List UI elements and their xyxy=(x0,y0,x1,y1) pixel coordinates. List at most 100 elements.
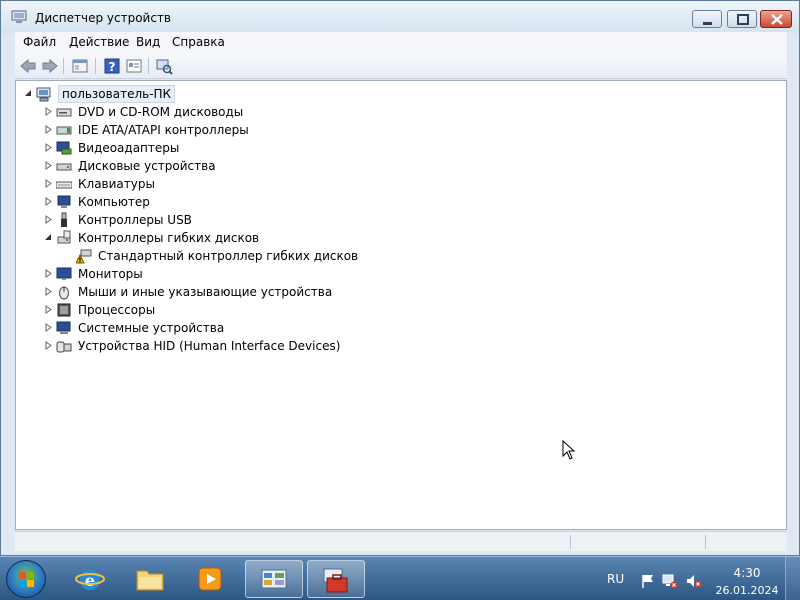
minimize-icon xyxy=(703,22,712,25)
tree-item-label: IDE ATA/ATAPI контроллеры xyxy=(78,123,249,137)
tree-item-label: Устройства HID (Human Interface Devices) xyxy=(78,339,341,353)
show-hide-tree-icon[interactable] xyxy=(71,57,89,75)
device-manager-icon xyxy=(11,10,27,23)
device-tree[interactable]: пользователь-ПК DVD и CD-ROM дисководы I… xyxy=(15,80,787,530)
processor-icon xyxy=(57,303,71,317)
taskbar-internet-explorer[interactable]: e xyxy=(62,560,120,598)
maximize-icon xyxy=(737,14,749,25)
taskbar-control-panel[interactable] xyxy=(245,560,303,598)
svg-text:?: ? xyxy=(109,60,116,74)
tree-item[interactable]: IDE ATA/ATAPI контроллеры xyxy=(42,121,342,139)
tree-item[interactable]: Процессоры xyxy=(42,301,342,319)
tree-item[interactable]: Дисковые устройства xyxy=(42,157,342,175)
network-disconnected-icon[interactable] xyxy=(662,573,678,589)
collapse-arrow-icon[interactable] xyxy=(24,89,33,98)
keyboard-icon xyxy=(56,181,72,189)
tree-item[interactable]: Устройства HID (Human Interface Devices) xyxy=(42,337,362,355)
device-manager-toolbox-icon xyxy=(323,568,348,593)
device-manager-window: Диспетчер устройств Файл Действие Вид Сп… xyxy=(0,0,800,556)
tree-item[interactable]: Контроллеры гибких дисков xyxy=(42,229,342,247)
menu-bar: Файл Действие Вид Справка xyxy=(15,32,787,53)
tree-item[interactable]: Мониторы xyxy=(42,265,342,283)
ide-controller-icon xyxy=(56,126,72,135)
tree-item-label: DVD и CD-ROM дисководы xyxy=(78,105,244,119)
expand-arrow-icon[interactable] xyxy=(44,125,53,134)
expand-arrow-icon[interactable] xyxy=(44,215,53,224)
windows-logo-icon xyxy=(19,572,34,587)
display-adapter-icon xyxy=(56,141,72,155)
clock-time[interactable]: 4:30 xyxy=(727,566,767,580)
toolbar: ? xyxy=(15,53,787,79)
menu-help[interactable]: Справка xyxy=(172,35,225,49)
toolbar-separator xyxy=(148,58,149,74)
computer-icon xyxy=(57,195,71,208)
tree-item-label: Клавиатуры xyxy=(78,177,155,191)
menu-action[interactable]: Действие xyxy=(69,35,129,49)
expand-arrow-icon[interactable] xyxy=(44,323,53,332)
tree-item[interactable]: Видеоадаптеры xyxy=(42,139,342,157)
back-arrow-icon[interactable] xyxy=(19,57,37,75)
close-icon xyxy=(771,14,783,25)
tree-root-label[interactable]: пользователь-ПК xyxy=(58,85,176,103)
title-bar[interactable]: Диспетчер устройств xyxy=(1,1,799,33)
help-icon[interactable]: ? xyxy=(103,57,121,75)
dvd-drive-icon xyxy=(56,108,72,117)
expand-arrow-icon[interactable] xyxy=(44,179,53,188)
tree-child-item[interactable]: ! Стандартный контроллер гибких дисков xyxy=(62,247,382,265)
show-desktop-button[interactable] xyxy=(785,557,800,600)
tree-item-label: Контроллеры USB xyxy=(78,213,192,227)
tree-item-label: Процессоры xyxy=(78,303,156,317)
flag-icon[interactable] xyxy=(640,573,656,589)
floppy-controller-icon xyxy=(57,230,71,244)
mouse-icon xyxy=(59,286,69,300)
tree-item[interactable]: Системные устройства xyxy=(42,319,342,337)
properties-icon[interactable] xyxy=(125,57,143,75)
floppy-warning-icon: ! xyxy=(76,249,92,264)
volume-muted-icon[interactable] xyxy=(686,573,702,589)
close-button[interactable] xyxy=(760,10,792,28)
taskbar-explorer[interactable] xyxy=(122,560,180,598)
tree-item-label: Контроллеры гибких дисков xyxy=(78,231,260,245)
toolbar-separator xyxy=(63,58,64,74)
tree-item-label: Видеоадаптеры xyxy=(78,141,180,155)
tree-item[interactable]: Мыши и иные указывающие устройства xyxy=(42,283,362,301)
tree-item-label: Дисковые устройства xyxy=(78,159,216,173)
expand-arrow-icon[interactable] xyxy=(44,107,53,116)
menu-view[interactable]: Вид xyxy=(136,35,160,49)
tree-item[interactable]: Контроллеры USB xyxy=(42,211,342,229)
window-title: Диспетчер устройств xyxy=(35,11,172,25)
expand-arrow-icon[interactable] xyxy=(44,197,53,206)
language-indicator[interactable]: RU xyxy=(607,572,624,586)
computer-icon xyxy=(36,87,51,102)
minimize-button[interactable] xyxy=(692,10,722,28)
mouse-cursor-icon xyxy=(562,440,576,460)
taskbar-media-player[interactable] xyxy=(182,560,240,598)
clock-date[interactable]: 26.01.2024 xyxy=(715,584,779,597)
expand-arrow-icon[interactable] xyxy=(44,161,53,170)
tree-root[interactable]: пользователь-ПК xyxy=(22,85,222,103)
tree-item[interactable]: DVD и CD-ROM дисководы xyxy=(42,103,342,121)
expand-arrow-icon[interactable] xyxy=(44,341,53,350)
explorer-folder-icon xyxy=(136,570,164,591)
collapse-arrow-icon[interactable] xyxy=(44,233,53,242)
forward-arrow-icon[interactable] xyxy=(41,57,59,75)
expand-arrow-icon[interactable] xyxy=(44,287,53,296)
expand-arrow-icon[interactable] xyxy=(44,143,53,152)
tree-item[interactable]: Клавиатуры xyxy=(42,175,342,193)
expand-arrow-icon[interactable] xyxy=(44,269,53,278)
taskbar-device-manager[interactable] xyxy=(307,560,365,598)
tree-item-label: Стандартный контроллер гибких дисков xyxy=(98,249,359,263)
expand-arrow-icon[interactable] xyxy=(44,305,53,314)
toolbar-separator xyxy=(95,58,96,74)
maximize-button[interactable] xyxy=(727,10,757,28)
tree-item-label: Системные устройства xyxy=(78,321,225,335)
menu-file[interactable]: Файл xyxy=(23,35,56,49)
scan-hardware-icon[interactable] xyxy=(155,57,173,75)
windows-start-icon[interactable] xyxy=(6,560,46,598)
tree-item[interactable]: Компьютер xyxy=(42,193,342,211)
usb-icon xyxy=(61,212,67,227)
disk-drive-icon xyxy=(56,163,72,171)
internet-explorer-icon: e xyxy=(75,570,105,590)
tree-item-label: Мыши и иные указывающие устройства xyxy=(78,285,333,299)
control-panel-icon xyxy=(261,569,287,589)
